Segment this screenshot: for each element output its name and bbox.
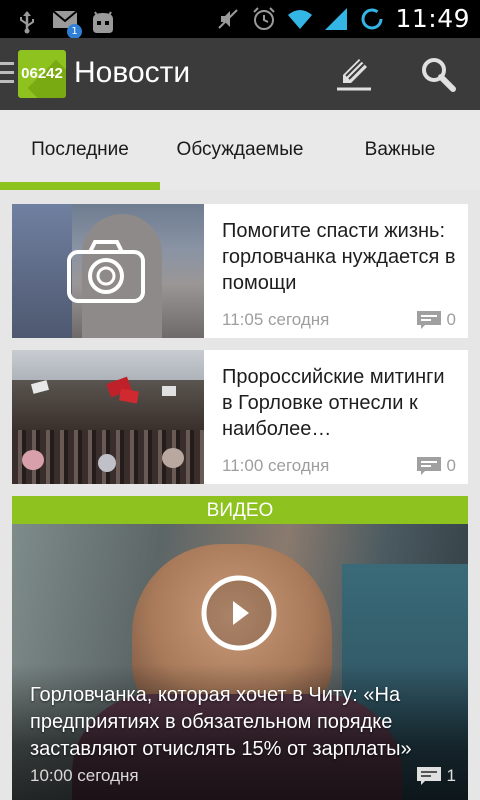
video-title: Горловчанка, которая хочет в Читу: «На п… <box>30 684 412 760</box>
usb-icon <box>20 10 34 33</box>
page-title: Новости <box>74 56 191 89</box>
comment-count-value: 0 <box>446 456 456 475</box>
search-button[interactable] <box>416 52 460 96</box>
video-time: 10:00 сегодня <box>30 766 139 785</box>
article-card[interactable]: Помогите спасти жизнь: горловчанка нужда… <box>12 204 468 338</box>
article-time: 11:00 сегодня <box>222 456 330 475</box>
tab-indicator <box>0 182 160 190</box>
comment-count: 1 <box>416 766 456 786</box>
mute-icon <box>218 8 239 29</box>
status-bar: 1 11:49 <box>0 0 480 39</box>
alarm-icon <box>253 6 276 30</box>
comment-count-value: 0 <box>446 310 456 329</box>
comment-icon <box>416 457 441 475</box>
wifi-icon <box>288 9 313 29</box>
drawer-menu-icon[interactable] <box>0 62 14 84</box>
article-title: Пророссийские митинги в Горловке отнесли… <box>222 366 445 440</box>
article-card[interactable]: Пророссийские митинги в Горловке отнесли… <box>12 350 468 484</box>
compose-button[interactable] <box>332 52 376 96</box>
mail-notification: 1 <box>52 6 82 39</box>
video-card[interactable]: ВИДЕО Горловчанка, которая хочет в Читу:… <box>12 496 468 800</box>
tab-latest[interactable]: Последние <box>0 110 160 190</box>
pencil-icon <box>337 59 371 91</box>
article-time: 11:05 сегодня <box>222 310 330 329</box>
comment-count: 0 <box>416 456 456 476</box>
signal-icon <box>325 7 348 30</box>
article-thumbnail <box>12 204 204 338</box>
tab-important[interactable]: Важные <box>320 110 480 190</box>
search-icon <box>422 58 456 92</box>
camera-icon <box>67 240 145 303</box>
cyanogen-icon <box>93 10 113 33</box>
article-thumbnail <box>12 350 204 484</box>
comment-icon <box>416 311 441 329</box>
status-time: 11:49 <box>395 4 470 33</box>
mail-count: 1 <box>67 24 82 39</box>
app-bar: 06242 Новости <box>0 38 480 110</box>
app-logo-text: 06242 <box>21 65 63 82</box>
tab-bar: Последние Обсуждаемые Важные <box>0 110 480 190</box>
play-button-icon[interactable] <box>200 574 278 652</box>
app-logo[interactable]: 06242 <box>18 50 66 98</box>
tab-discussed[interactable]: Обсуждаемые <box>160 110 320 190</box>
comment-icon <box>416 767 441 785</box>
battery-icon <box>361 8 383 29</box>
comment-count: 0 <box>416 310 456 330</box>
video-section-header: ВИДЕО <box>12 496 468 524</box>
comment-count-value: 1 <box>446 766 456 785</box>
article-title: Помогите спасти жизнь: горловчанка нужда… <box>222 220 456 294</box>
